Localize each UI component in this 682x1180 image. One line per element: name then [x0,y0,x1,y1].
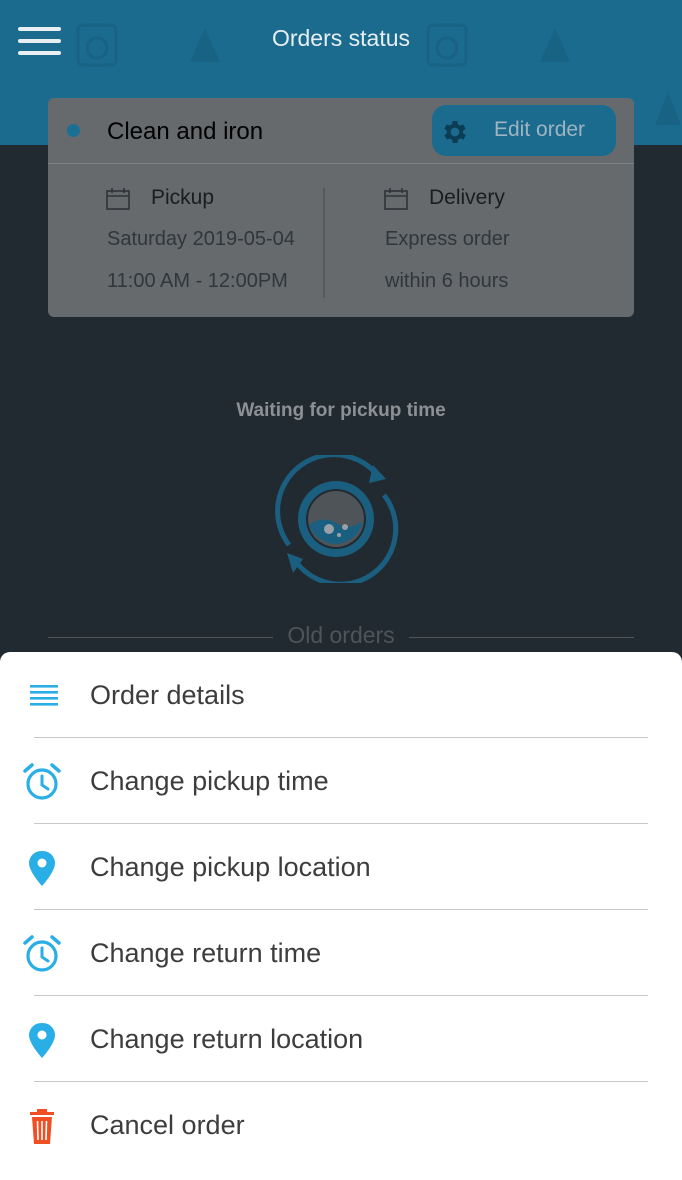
menu-item-label: Change return location [90,1024,364,1054]
list-icon [30,685,58,706]
edit-order-label: Edit order [494,118,586,141]
location-pin-icon [29,1023,55,1058]
menu-item-cancel-order[interactable]: Cancel order [0,1082,682,1168]
delivery-type: Express order [385,228,510,250]
order-card-header: Clean and iron Edit order [48,98,634,164]
menu-item-label: Cancel order [90,1110,245,1140]
status-text: Waiting for pickup time [236,400,446,421]
old-orders-divider: Old orders [48,620,634,650]
order-card: Clean and iron Edit order Pickup Saturda… [48,98,634,317]
pickup-date: Saturday 2019-05-04 [107,228,295,250]
menu-item-change-return-time[interactable]: Change return time [0,910,682,996]
old-orders-label: Old orders [273,622,409,648]
service-name: Clean and iron [107,118,264,145]
trash-icon [30,1109,54,1144]
alarm-clock-icon [23,935,61,972]
pickup-label: Pickup [151,186,215,209]
delivery-window: within 6 hours [385,270,509,292]
status-dot [67,124,80,137]
delivery-column: Delivery Express order within 6 hours [325,164,634,317]
location-pin-icon [29,851,55,886]
menu-item-label: Change return time [90,938,322,968]
menu-item-change-pickup-location[interactable]: Change pickup location [0,824,682,910]
menu-item-label: Order details [90,680,245,710]
menu-item-order-details[interactable]: Order details [0,652,682,738]
calendar-icon [106,188,130,210]
washing-machine-refresh-icon [275,455,399,583]
page-title: Orders status [271,25,411,51]
menu-item-label: Change pickup time [90,766,329,796]
menu-item-change-pickup-time[interactable]: Change pickup time [0,738,682,824]
pickup-column: Pickup Saturday 2019-05-04 11:00 AM - 12… [48,164,324,317]
edit-order-button[interactable]: Edit order [432,105,616,156]
gear-icon [444,121,466,143]
pickup-time: 11:00 AM - 12:00PM [107,270,288,292]
menu-item-change-return-location[interactable]: Change return location [0,996,682,1082]
calendar-icon [384,188,408,210]
order-actions-sheet: Order details Change pickup time Change … [0,652,682,1180]
delivery-label: Delivery [429,186,505,209]
alarm-clock-icon [23,763,61,800]
menu-item-label: Change pickup location [90,852,371,882]
